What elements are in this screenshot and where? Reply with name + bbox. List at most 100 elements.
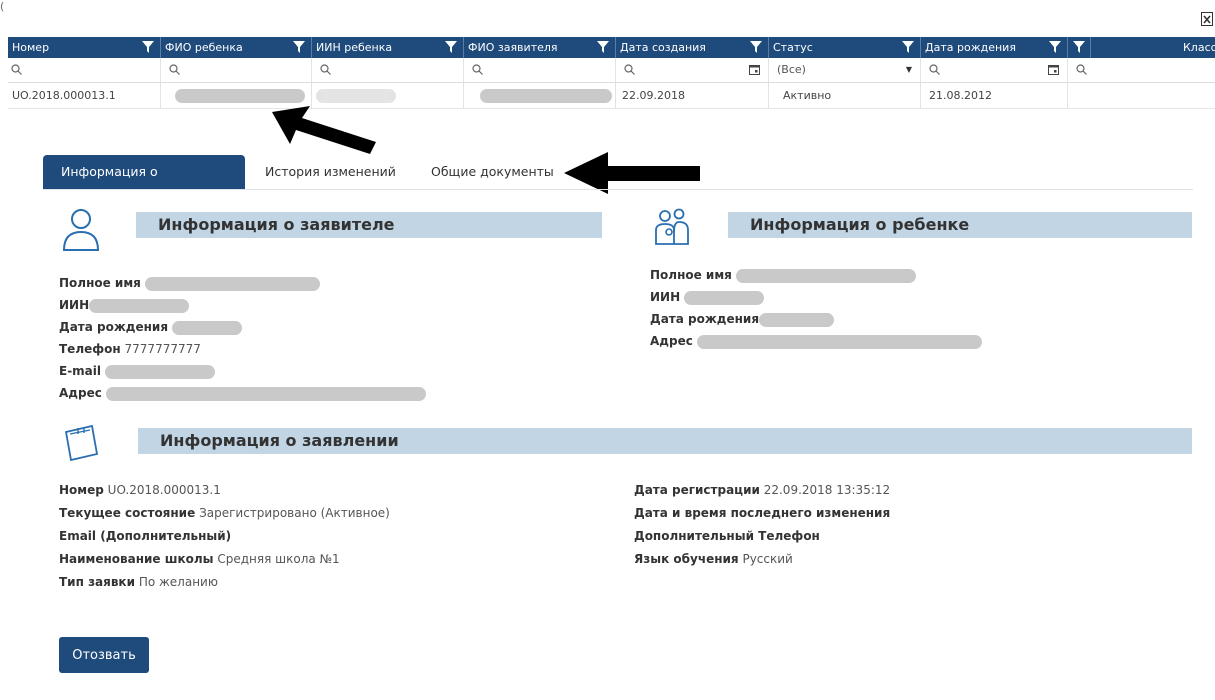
field-value: 7777777777 xyxy=(124,342,201,356)
filter-applicant-name[interactable] xyxy=(464,58,616,82)
col-header-extra[interactable] xyxy=(1068,37,1091,58)
table-row[interactable]: UO.2018.000013.1 22.09.2018 Активно 21.0… xyxy=(8,83,1215,109)
application-reg-date: Дата регистрации 22.09.2018 13:35:12 xyxy=(634,483,890,497)
search-icon xyxy=(1076,64,1087,75)
cell-number: UO.2018.000013.1 xyxy=(8,83,161,108)
field-label: Дата рождения xyxy=(59,320,169,334)
status-filter-value: (Все) xyxy=(777,63,806,76)
field-label: Дата регистрации xyxy=(634,483,760,497)
application-school: Наименование школы Средняя школа №1 xyxy=(59,552,340,566)
field-label: Адрес xyxy=(59,386,102,400)
filter-created[interactable] xyxy=(616,58,769,82)
field-label: ИИН xyxy=(650,290,681,304)
col-header-birth[interactable]: Дата рождения xyxy=(921,37,1068,58)
col-label: Дата рождения xyxy=(925,41,1016,54)
filter-icon[interactable] xyxy=(750,41,762,53)
field-label: Email (Дополнительный) xyxy=(59,529,232,543)
search-icon xyxy=(929,64,940,75)
col-header-class[interactable]: Класс xyxy=(1091,37,1215,58)
col-label: Дата создания xyxy=(620,41,706,54)
search-icon xyxy=(11,64,22,75)
calendar-icon[interactable] xyxy=(1048,64,1059,75)
field-value: UO.2018.000013.1 xyxy=(107,483,221,497)
cell-created: 22.09.2018 xyxy=(616,83,769,108)
filter-icon[interactable] xyxy=(142,41,154,53)
filter-status-select[interactable]: (Все) ▼ xyxy=(769,58,921,82)
filter-icon[interactable] xyxy=(1073,41,1085,53)
tab-change-history[interactable]: История изменений xyxy=(247,155,414,189)
excel-export-icon[interactable] xyxy=(1201,12,1213,26)
grid-header: Номер ФИО ребенка ИИН ребенка ФИО заявит… xyxy=(8,37,1215,58)
section-title-applicant: Информация о заявителе xyxy=(136,212,602,238)
field-value: Зарегистрировано (Активное) xyxy=(199,506,390,520)
child-address: Адрес xyxy=(650,334,982,349)
tab-application-info[interactable]: Информация о заявлении xyxy=(43,155,245,213)
col-header-applicant-name[interactable]: ФИО заявителя xyxy=(464,37,616,58)
application-type: Тип заявки По желанию xyxy=(59,575,218,589)
filter-icon[interactable] xyxy=(902,41,914,53)
cell-status: Активно xyxy=(769,83,921,108)
field-label: ИИН xyxy=(59,298,90,312)
col-header-status[interactable]: Статус xyxy=(769,37,921,58)
tab-common-documents[interactable]: Общие документы xyxy=(413,155,572,189)
filter-child-name[interactable] xyxy=(161,58,312,82)
field-label: Телефон xyxy=(59,342,121,356)
field-value: 22.09.2018 13:35:12 xyxy=(763,483,891,497)
filter-child-iin[interactable] xyxy=(312,58,464,82)
detail-tabs: Информация о заявлении История изменений… xyxy=(43,155,1193,213)
field-label: Полное имя xyxy=(59,276,141,290)
user-icon xyxy=(62,209,100,251)
filter-birth[interactable] xyxy=(921,58,1068,82)
application-state: Текущее состояние Зарегистрировано (Акти… xyxy=(59,506,390,520)
applicant-birth: Дата рождения xyxy=(59,320,242,335)
section-title-application: Информация о заявлении xyxy=(138,428,1192,454)
filter-icon[interactable] xyxy=(597,41,609,53)
field-label: E-mail xyxy=(59,364,102,378)
col-label: ФИО заявителя xyxy=(468,41,558,54)
child-iin: ИИН xyxy=(650,290,764,305)
field-value: Русский xyxy=(742,552,793,566)
application-last-change: Дата и время последнего изменения xyxy=(634,506,890,520)
child-birth: Дата рождения xyxy=(650,312,835,327)
col-header-child-name[interactable]: ФИО ребенка xyxy=(161,37,312,58)
child-full-name: Полное имя xyxy=(650,268,916,283)
application-number: Номер UO.2018.000013.1 xyxy=(59,483,221,497)
field-label: Дата и время последнего изменения xyxy=(634,506,891,520)
field-label: Текущее состояние xyxy=(59,506,196,520)
col-label: Класс xyxy=(1183,41,1215,54)
col-header-child-iin[interactable]: ИИН ребенка xyxy=(312,37,464,58)
field-label: Дополнительный Телефон xyxy=(634,529,820,543)
applicant-address: Адрес xyxy=(59,386,426,401)
filter-number[interactable] xyxy=(8,58,161,82)
col-label: ФИО ребенка xyxy=(165,41,243,54)
family-icon xyxy=(655,208,689,245)
field-value: Средняя школа №1 xyxy=(217,552,340,566)
annotation-arrow xyxy=(272,106,376,154)
search-icon xyxy=(472,64,483,75)
col-label: ИИН ребенка xyxy=(316,41,393,54)
applicant-phone: Телефон 7777777777 xyxy=(59,342,201,356)
filter-icon[interactable] xyxy=(445,41,457,53)
col-header-number[interactable]: Номер xyxy=(8,37,161,58)
filter-icon[interactable] xyxy=(1049,41,1061,53)
search-icon xyxy=(320,64,331,75)
cell-class xyxy=(1068,83,1215,108)
applicant-full-name: Полное имя xyxy=(59,276,320,291)
col-label: Статус xyxy=(773,41,813,54)
cell-birth: 21.08.2012 xyxy=(921,83,1068,108)
section-title-child: Информация о ребенке xyxy=(728,212,1192,238)
col-header-created[interactable]: Дата создания xyxy=(616,37,769,58)
cell-applicant-name-redacted xyxy=(464,83,616,108)
field-value: По желанию xyxy=(138,575,218,589)
applicant-email: E-mail xyxy=(59,364,215,379)
calendar-icon[interactable] xyxy=(749,64,760,75)
field-label: Тип заявки xyxy=(59,575,135,589)
application-language: Язык обучения Русский xyxy=(634,552,793,566)
search-icon xyxy=(169,64,180,75)
filter-class[interactable] xyxy=(1068,58,1215,82)
filter-icon[interactable] xyxy=(293,41,305,53)
field-label: Язык обучения xyxy=(634,552,739,566)
application-email-extra: Email (Дополнительный) xyxy=(59,529,231,543)
field-label: Наименование школы xyxy=(59,552,214,566)
revoke-button[interactable]: Отозвать xyxy=(59,637,149,673)
